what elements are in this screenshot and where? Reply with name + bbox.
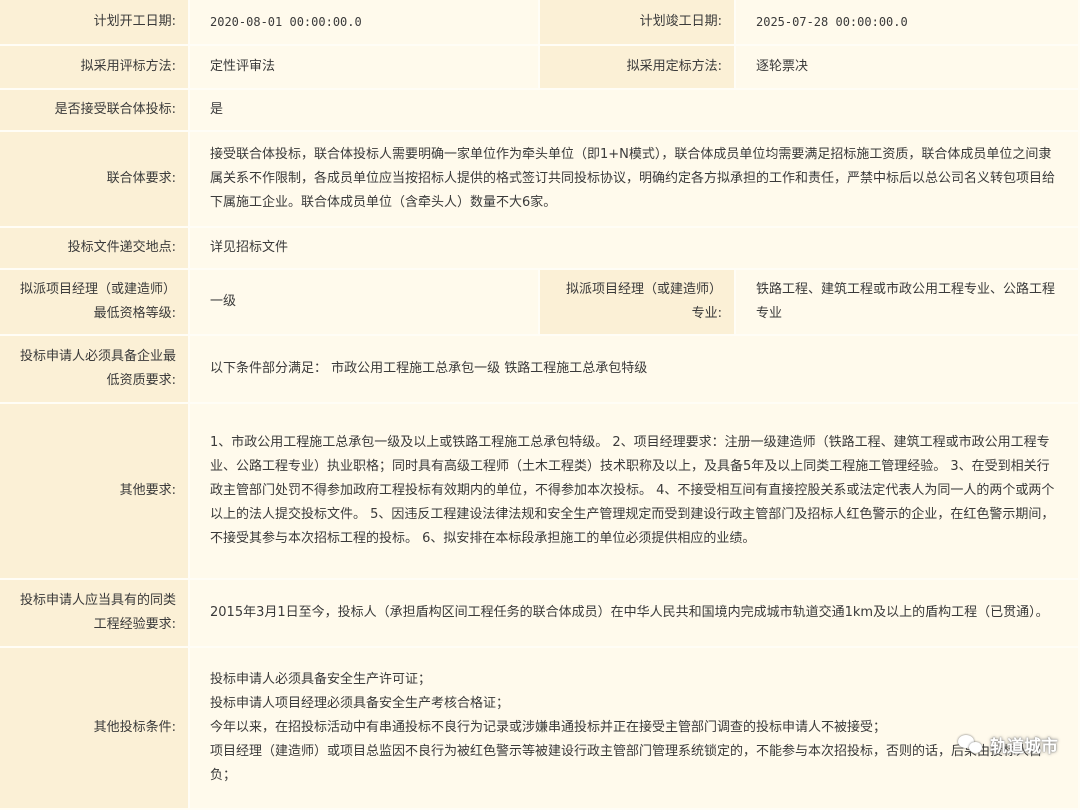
value-award-method: 逐轮票决: [736, 46, 1080, 88]
label-award-method: 拟采用定标方法:: [540, 46, 736, 88]
value-pm-major: 铁路工程、建筑工程或市政公用工程专业、公路工程专业: [736, 270, 1080, 334]
tender-info-table: 计划开工日期: 2020-08-01 00:00:00.0 计划竣工日期: 20…: [0, 0, 1080, 810]
row-methods: 拟采用评标方法: 定性评审法 拟采用定标方法: 逐轮票决: [0, 46, 1080, 90]
value-end-date: 2025-07-28 00:00:00.0: [736, 0, 1080, 44]
value-eval-method: 定性评审法: [190, 46, 540, 88]
value-submit-location: 详见招标文件: [190, 228, 1080, 268]
label-pm-major: 拟派项目经理（或建造师） 专业:: [540, 270, 736, 334]
label-other-conditions: 其他投标条件:: [0, 648, 190, 808]
watermark: 轨道城市: [958, 732, 1058, 757]
wechat-icon: [958, 734, 984, 755]
label-end-date: 计划竣工日期:: [540, 0, 736, 44]
condition-line: 投标申请人必须具备安全生产许可证；: [210, 672, 432, 687]
row-dates: 计划开工日期: 2020-08-01 00:00:00.0 计划竣工日期: 20…: [0, 0, 1080, 46]
value-pm-level: 一级: [190, 270, 540, 334]
value-other-req: 1、市政公用工程施工总承包一级及以上或铁路工程施工总承包特级。 2、项目经理要求…: [190, 404, 1080, 578]
label-experience: 投标申请人应当具有的同类 工程经验要求:: [0, 580, 190, 646]
row-consortium-accept: 是否接受联合体投标: 是: [0, 90, 1080, 132]
condition-line: 投标申请人项目经理必须具备安全生产考核合格证；: [210, 696, 510, 711]
label-pm-level: 拟派项目经理（或建造师） 最低资格等级:: [0, 270, 190, 334]
row-experience: 投标申请人应当具有的同类 工程经验要求: 2015年3月1日至今，投标人（承担盾…: [0, 580, 1080, 648]
row-other-conditions: 其他投标条件: 投标申请人必须具备安全生产许可证； 投标申请人项目经理必须具备安…: [0, 648, 1080, 810]
value-other-conditions: 投标申请人必须具备安全生产许可证； 投标申请人项目经理必须具备安全生产考核合格证…: [190, 648, 1080, 808]
watermark-text: 轨道城市: [990, 737, 1058, 757]
condition-line: 今年以来，在招投标活动中有串通投标不良行为记录或涉嫌串通投标并正在接受主管部门调…: [210, 720, 887, 735]
value-experience: 2015年3月1日至今，投标人（承担盾构区间工程任务的联合体成员）在中华人民共和…: [190, 580, 1080, 646]
label-other-req: 其他要求:: [0, 404, 190, 578]
row-project-manager: 拟派项目经理（或建造师） 最低资格等级: 一级 拟派项目经理（或建造师） 专业:…: [0, 270, 1080, 336]
condition-line: 项目经理（建造师）或项目总监因不良行为被红色警示等被建设行政主管部门管理系统锁定…: [210, 744, 1043, 783]
label-submit-location: 投标文件递交地点:: [0, 228, 190, 268]
value-qualification: 以下条件部分满足： 市政公用工程施工总承包一级 铁路工程施工总承包特级: [190, 336, 1080, 402]
value-consortium-req: 接受联合体投标，联合体投标人需要明确一家单位作为牵头单位（即1+N模式），联合体…: [190, 132, 1080, 226]
row-consortium-req: 联合体要求: 接受联合体投标，联合体投标人需要明确一家单位作为牵头单位（即1+N…: [0, 132, 1080, 228]
label-start-date: 计划开工日期:: [0, 0, 190, 44]
label-qualification: 投标申请人必须具备企业最 低资质要求:: [0, 336, 190, 402]
label-consortium-accept: 是否接受联合体投标:: [0, 90, 190, 130]
label-eval-method: 拟采用评标方法:: [0, 46, 190, 88]
value-start-date: 2020-08-01 00:00:00.0: [190, 0, 540, 44]
value-consortium-accept: 是: [190, 90, 1080, 130]
label-consortium-req: 联合体要求:: [0, 132, 190, 226]
row-other-req: 其他要求: 1、市政公用工程施工总承包一级及以上或铁路工程施工总承包特级。 2、…: [0, 404, 1080, 580]
row-submit-location: 投标文件递交地点: 详见招标文件: [0, 228, 1080, 270]
row-qualification: 投标申请人必须具备企业最 低资质要求: 以下条件部分满足： 市政公用工程施工总承…: [0, 336, 1080, 404]
